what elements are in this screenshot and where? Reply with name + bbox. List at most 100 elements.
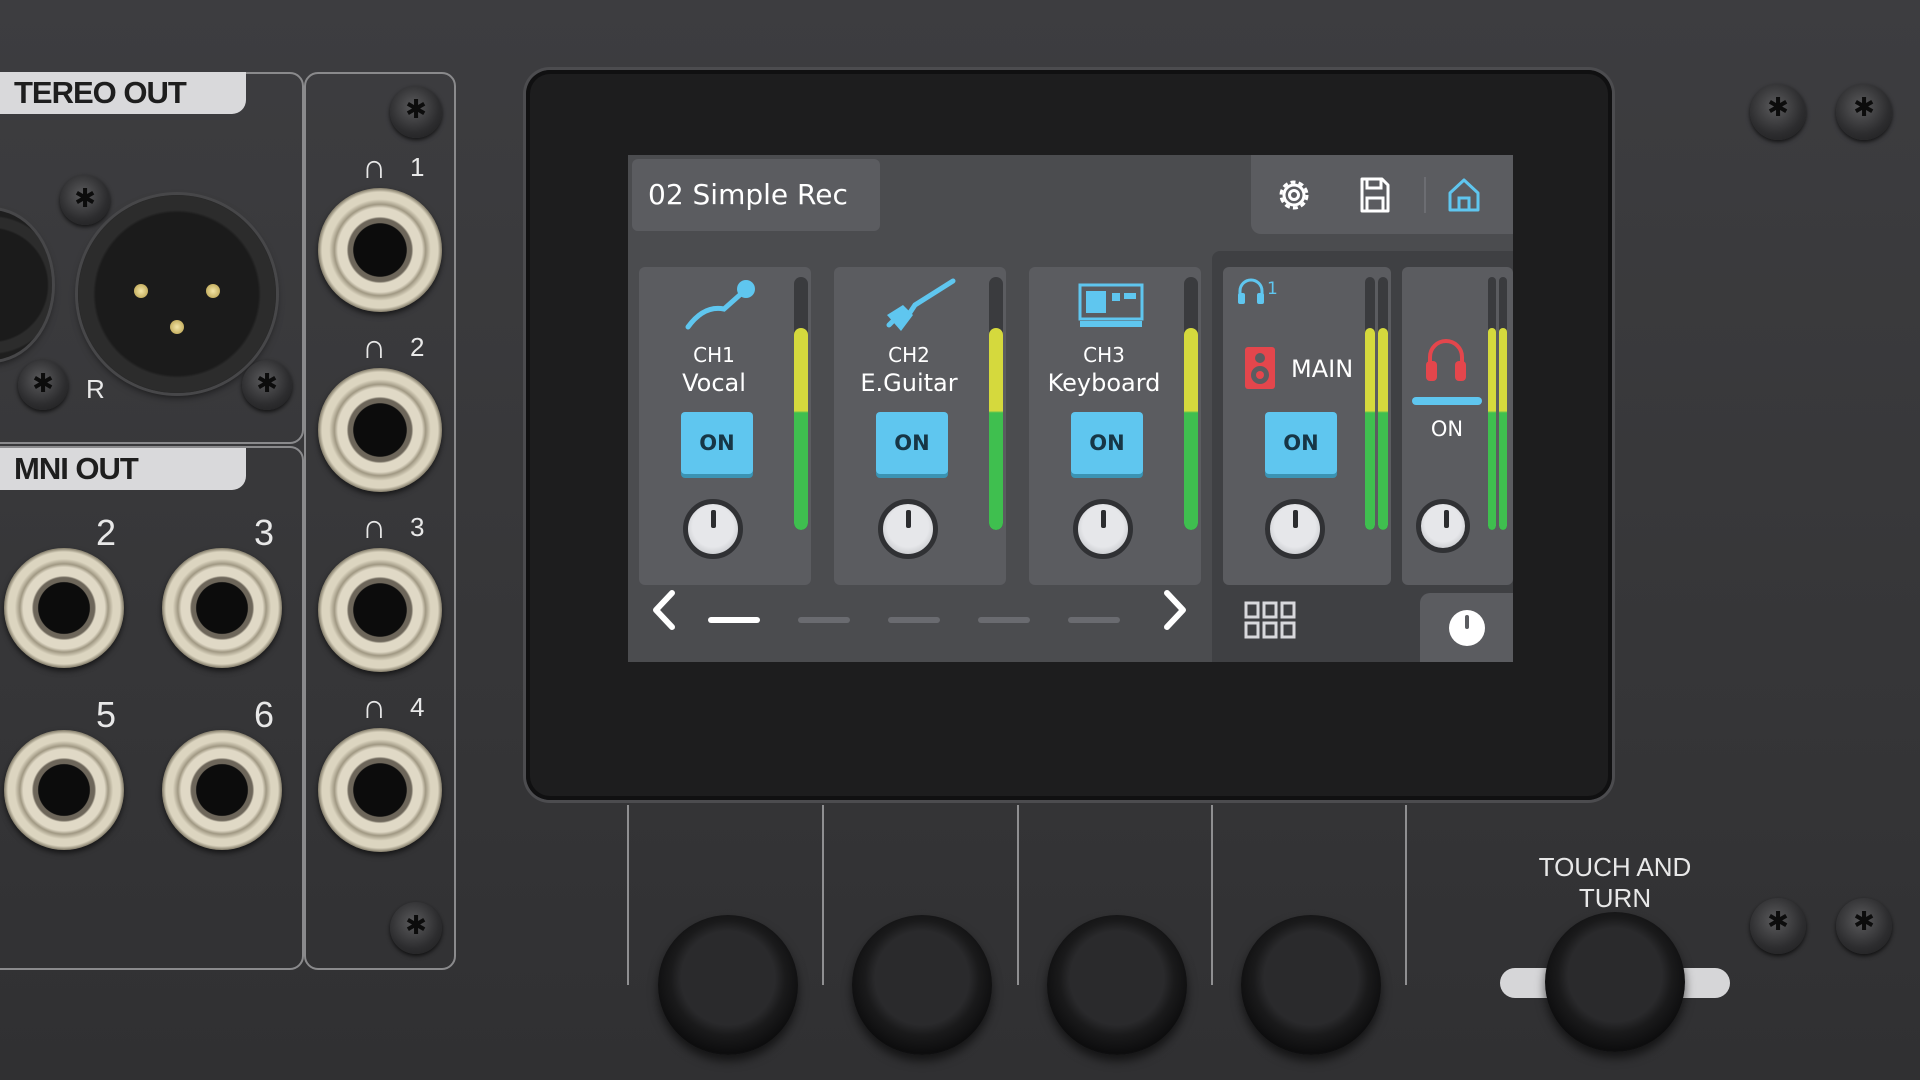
screw-icon: ✱ xyxy=(242,360,292,410)
channel-strip-ch3[interactable]: CH3 Keyboard ON xyxy=(1029,267,1201,585)
channel-level-knob[interactable] xyxy=(683,499,743,559)
screen-encoder-3[interactable] xyxy=(1047,915,1187,1055)
headphones-icon xyxy=(1426,339,1466,381)
headphone-number: 1 xyxy=(410,152,425,182)
channel-name: Keyboard xyxy=(1047,369,1161,397)
meter-fill xyxy=(1378,327,1388,530)
phones-on-label[interactable]: ON xyxy=(1402,417,1492,441)
channel-level-knob[interactable] xyxy=(1073,499,1133,559)
keyboard-icon xyxy=(1078,283,1144,327)
main-meter-right xyxy=(1378,277,1388,530)
screw-icon: ✱ xyxy=(390,902,442,954)
phones-jack xyxy=(318,188,442,312)
chevron-left-icon[interactable] xyxy=(644,585,684,635)
stereo-out-label: TEREO OUT xyxy=(0,72,246,114)
channel-on-button[interactable]: ON xyxy=(1071,412,1143,474)
channel-name: E.Guitar xyxy=(860,369,958,397)
screen-encoder-1[interactable] xyxy=(658,915,798,1055)
channel-id: CH1 xyxy=(693,343,735,367)
headphone-number: 1 xyxy=(1267,279,1278,299)
channel-strip-ch2[interactable]: CH2 E.Guitar ON xyxy=(834,267,1006,585)
headphone-icon: ∩ xyxy=(362,328,387,366)
page-indicator[interactable] xyxy=(708,617,760,623)
meter-fill xyxy=(1488,327,1496,530)
xlr-pin xyxy=(206,284,220,298)
mixer-panel: TEREO OUT ✱ ✱ ✱ R MNI OUT 2 3 5 6 ✱ ✱ ∩ … xyxy=(0,0,1920,1080)
touch-and-turn-encoder[interactable] xyxy=(1545,912,1685,1052)
toolbar-separator xyxy=(1424,177,1426,213)
home-icon[interactable] xyxy=(1444,175,1484,215)
screw-icon: ✱ xyxy=(1750,898,1806,954)
phones-out-strip[interactable]: ON xyxy=(1402,267,1513,585)
channel-id: CH2 xyxy=(888,343,930,367)
microphone-icon xyxy=(685,280,755,330)
knob-mode-button[interactable] xyxy=(1420,593,1513,662)
touch-screen[interactable]: 02 Simple Rec CH1 Vocal ON CH2 E.Guitar … xyxy=(628,155,1513,662)
grid-view-icon[interactable] xyxy=(1244,601,1296,641)
page-indicator[interactable] xyxy=(1068,617,1120,623)
main-level-knob[interactable] xyxy=(1265,499,1325,559)
main-meter-left xyxy=(1365,277,1375,530)
headphone-icon: ∩ xyxy=(362,688,387,726)
screw-icon: ✱ xyxy=(1750,84,1806,140)
meter-fill xyxy=(989,327,1003,530)
omni-number: 5 xyxy=(96,694,117,735)
screw-icon: ✱ xyxy=(18,360,68,410)
channel-name: Vocal xyxy=(682,369,746,397)
scene-name-button[interactable]: 02 Simple Rec xyxy=(632,159,880,231)
screen-encoder-2[interactable] xyxy=(852,915,992,1055)
headphone-number: 3 xyxy=(410,512,425,542)
phones-jack xyxy=(318,368,442,492)
phones-jack xyxy=(318,548,442,672)
headphone-number: 4 xyxy=(410,692,425,722)
encoder-divider xyxy=(822,805,824,985)
chevron-right-icon[interactable] xyxy=(1155,585,1195,635)
omni-out-jack xyxy=(4,548,124,668)
phones-meter-right xyxy=(1499,277,1507,530)
xlr-pin xyxy=(134,284,148,298)
toolbar xyxy=(1251,155,1513,234)
screw-icon: ✱ xyxy=(1836,84,1892,140)
page-indicator[interactable] xyxy=(888,617,940,623)
encoder-divider xyxy=(1211,805,1213,985)
omni-out-label: MNI OUT xyxy=(0,448,246,490)
channel-on-button[interactable]: ON xyxy=(681,412,753,474)
phones-jack xyxy=(318,728,442,852)
knob-icon xyxy=(1449,610,1485,646)
channel-meter xyxy=(989,277,1003,530)
meter-fill xyxy=(1499,327,1507,530)
channel-meter xyxy=(794,277,808,530)
omni-out-jack xyxy=(162,548,282,668)
touch-and-turn-label: TOUCH AND TURN xyxy=(1538,852,1692,913)
page-indicator[interactable] xyxy=(798,617,850,623)
screw-icon: ✱ xyxy=(60,175,110,225)
xlr-pin xyxy=(170,320,184,334)
omni-out-jack xyxy=(4,730,124,850)
meter-fill xyxy=(794,327,808,530)
meter-fill xyxy=(1365,327,1375,530)
xlr-right-label: R xyxy=(86,374,105,404)
headphone-number: 2 xyxy=(410,332,425,362)
gear-icon[interactable] xyxy=(1274,175,1314,215)
encoder-divider xyxy=(627,805,629,985)
channel-id: CH3 xyxy=(1083,343,1125,367)
page-indicator[interactable] xyxy=(978,617,1030,623)
sd-card-icon[interactable] xyxy=(1354,175,1394,215)
main-on-button[interactable]: ON xyxy=(1265,412,1337,474)
screen-encoder-4[interactable] xyxy=(1241,915,1381,1055)
omni-out-jack xyxy=(162,730,282,850)
encoder-divider xyxy=(1017,805,1019,985)
channel-meter xyxy=(1184,277,1198,530)
guitar-icon xyxy=(886,278,956,331)
channel-strip-ch1[interactable]: CH1 Vocal ON xyxy=(639,267,811,585)
phones-level-knob[interactable] xyxy=(1416,499,1470,553)
channel-strips: CH1 Vocal ON CH2 E.Guitar ON CH3 Keyboar… xyxy=(628,267,1218,585)
meter-fill xyxy=(1184,327,1198,530)
omni-number: 3 xyxy=(254,512,275,553)
channel-on-button[interactable]: ON xyxy=(876,412,948,474)
channel-level-knob[interactable] xyxy=(878,499,938,559)
omni-number: 2 xyxy=(96,512,117,553)
main-out-strip[interactable]: 1 MAIN ON xyxy=(1223,267,1391,585)
screw-icon: ✱ xyxy=(1836,898,1892,954)
phones-level-bar xyxy=(1412,397,1482,405)
